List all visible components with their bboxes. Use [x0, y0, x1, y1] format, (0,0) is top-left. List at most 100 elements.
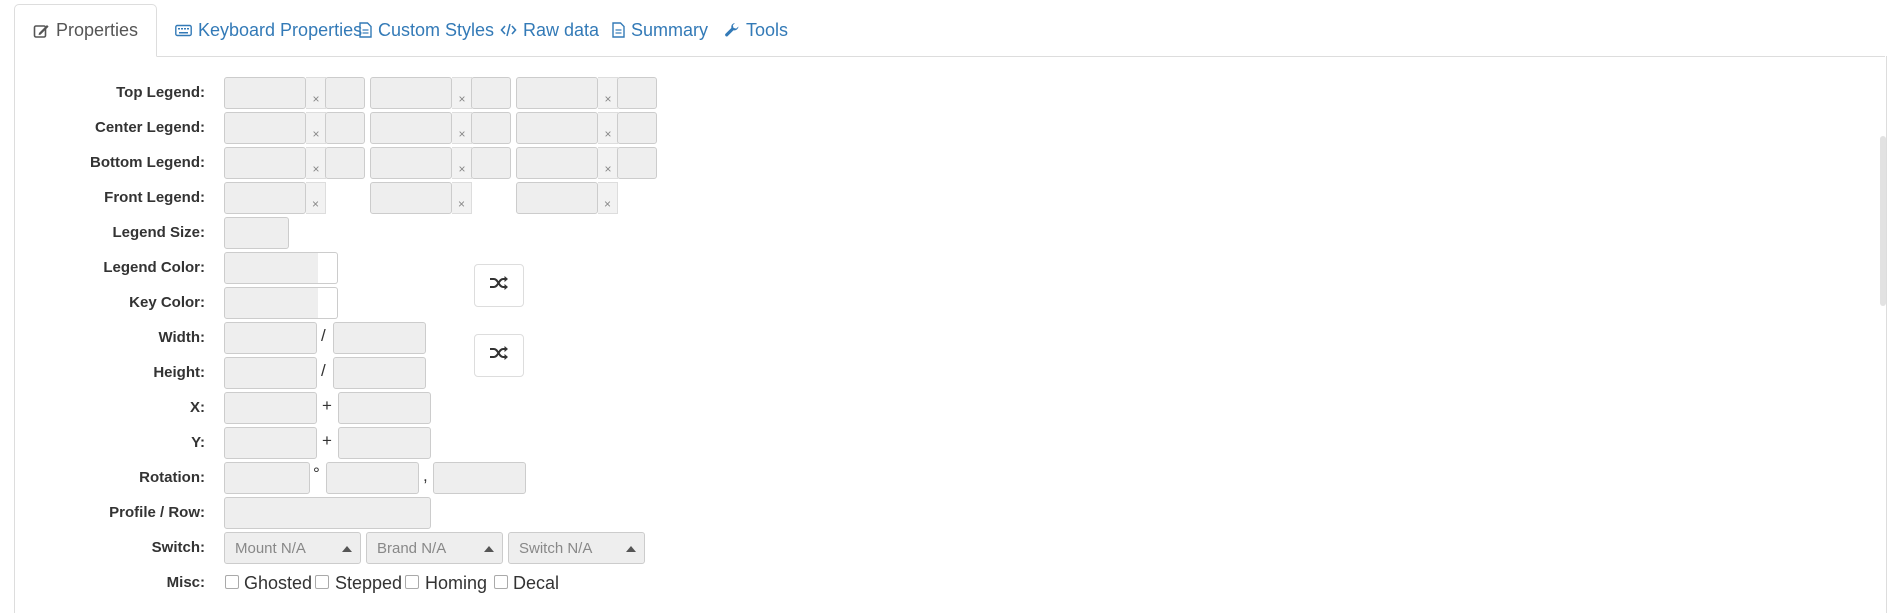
y-input[interactable] [224, 427, 317, 459]
top-legend-clear-1[interactable]: × [306, 77, 326, 109]
document-icon [359, 22, 372, 38]
tab-tools[interactable]: Tools [706, 4, 806, 56]
scrollbar[interactable] [1880, 136, 1886, 306]
randomize-color-button[interactable] [474, 264, 524, 307]
stepped-label[interactable]: Stepped [335, 573, 402, 594]
front-legend-clear-3[interactable]: × [598, 182, 618, 214]
center-legend-clear-1[interactable]: × [306, 112, 326, 144]
width-input[interactable] [224, 322, 317, 354]
width2-input[interactable] [333, 322, 426, 354]
decal-checkbox[interactable] [494, 575, 508, 589]
center-legend-clear-3[interactable]: × [598, 112, 618, 144]
ghosted-checkbox[interactable] [225, 575, 239, 589]
x-label: X: [190, 399, 205, 416]
top-legend-input-1[interactable] [224, 77, 306, 109]
width-label: Width: [158, 329, 205, 346]
ghosted-label[interactable]: Ghosted [244, 573, 312, 594]
center-legend-input-3[interactable] [516, 112, 598, 144]
profile-row-label: Profile / Row: [109, 504, 205, 521]
top-legend-clear-2[interactable]: × [452, 77, 472, 109]
rotation-label: Rotation: [139, 469, 205, 486]
rotation-comma: , [423, 466, 428, 485]
front-legend-label: Front Legend: [104, 189, 205, 206]
top-legend-size-3[interactable] [617, 77, 657, 109]
top-legend-size-2[interactable] [471, 77, 511, 109]
legend-color-input[interactable] [224, 252, 319, 284]
bottom-legend-clear-2[interactable]: × [452, 147, 472, 179]
center-legend-clear-2[interactable]: × [452, 112, 472, 144]
legend-color-label: Legend Color: [103, 259, 205, 276]
key-color-swatch[interactable] [318, 287, 338, 319]
stepped-checkbox[interactable] [315, 575, 329, 589]
front-legend-input-1[interactable] [224, 182, 306, 214]
top-legend-input-2[interactable] [370, 77, 452, 109]
switch-brand-value: Brand N/A [377, 539, 447, 557]
front-legend-clear-1[interactable]: × [306, 182, 326, 214]
tab-properties[interactable]: Properties [14, 4, 158, 57]
caret-up-icon [342, 546, 352, 552]
shuffle-icon [489, 345, 509, 366]
center-legend-size-1[interactable] [325, 112, 365, 144]
center-legend-label: Center Legend: [94, 119, 205, 136]
front-legend-input-2[interactable] [370, 182, 452, 214]
document-icon [612, 22, 625, 38]
top-legend-size-1[interactable] [325, 77, 365, 109]
rotation-degree-sign: ° [313, 464, 320, 483]
bottom-legend-clear-1[interactable]: × [306, 147, 326, 179]
tab-label: Keyboard Properties [198, 19, 363, 40]
top-legend-input-3[interactable] [516, 77, 598, 109]
bottom-legend-size-3[interactable] [617, 147, 657, 179]
center-legend-input-2[interactable] [370, 112, 452, 144]
tab-label: Custom Styles [378, 19, 495, 40]
switch-mount-value: Mount N/A [235, 539, 306, 557]
tab-label: Properties [56, 20, 139, 40]
top-legend-clear-3[interactable]: × [598, 77, 618, 109]
misc-label: Misc: [166, 574, 205, 591]
switch-mount-select[interactable]: Mount N/A [224, 532, 361, 564]
caret-up-icon [484, 546, 494, 552]
code-icon [500, 23, 517, 37]
x-separator: + [322, 396, 332, 415]
height2-input[interactable] [333, 357, 426, 389]
homing-checkbox[interactable] [405, 575, 419, 589]
bottom-legend-clear-3[interactable]: × [598, 147, 618, 179]
edit-icon [33, 23, 50, 39]
center-legend-input-1[interactable] [224, 112, 306, 144]
legend-size-label: Legend Size: [112, 224, 205, 241]
bottom-legend-input-2[interactable] [370, 147, 452, 179]
tab-label: Tools [746, 19, 789, 40]
switch-label: Switch: [151, 539, 205, 556]
x-input[interactable] [224, 392, 317, 424]
front-legend-clear-2[interactable]: × [452, 182, 472, 214]
top-legend-label: Top Legend: [116, 84, 205, 101]
width-separator: / [321, 326, 326, 345]
shuffle-icon [489, 275, 509, 296]
bottom-legend-input-3[interactable] [516, 147, 598, 179]
center-legend-size-2[interactable] [471, 112, 511, 144]
switch-part-value: Switch N/A [519, 539, 593, 557]
x2-input[interactable] [338, 392, 431, 424]
bottom-legend-size-1[interactable] [325, 147, 365, 179]
y2-input[interactable] [338, 427, 431, 459]
rotation-y-input[interactable] [433, 462, 526, 494]
bottom-legend-input-1[interactable] [224, 147, 306, 179]
profile-row-input[interactable] [224, 497, 431, 529]
rotation-angle-input[interactable] [224, 462, 310, 494]
rotation-x-input[interactable] [326, 462, 419, 494]
legend-size-input[interactable] [224, 217, 289, 249]
decal-label[interactable]: Decal [513, 573, 559, 594]
legend-color-swatch[interactable] [318, 252, 338, 284]
swap-size-button[interactable] [474, 334, 524, 377]
bottom-legend-label: Bottom Legend: [90, 154, 205, 171]
key-color-input[interactable] [224, 287, 319, 319]
keyboard-icon [175, 24, 192, 37]
bottom-legend-size-2[interactable] [471, 147, 511, 179]
height-input[interactable] [224, 357, 317, 389]
front-legend-input-3[interactable] [516, 182, 598, 214]
homing-label[interactable]: Homing [425, 573, 487, 594]
wrench-icon [724, 22, 740, 38]
y-label: Y: [191, 434, 205, 451]
center-legend-size-3[interactable] [617, 112, 657, 144]
switch-brand-select[interactable]: Brand N/A [366, 532, 503, 564]
switch-part-select[interactable]: Switch N/A [508, 532, 645, 564]
